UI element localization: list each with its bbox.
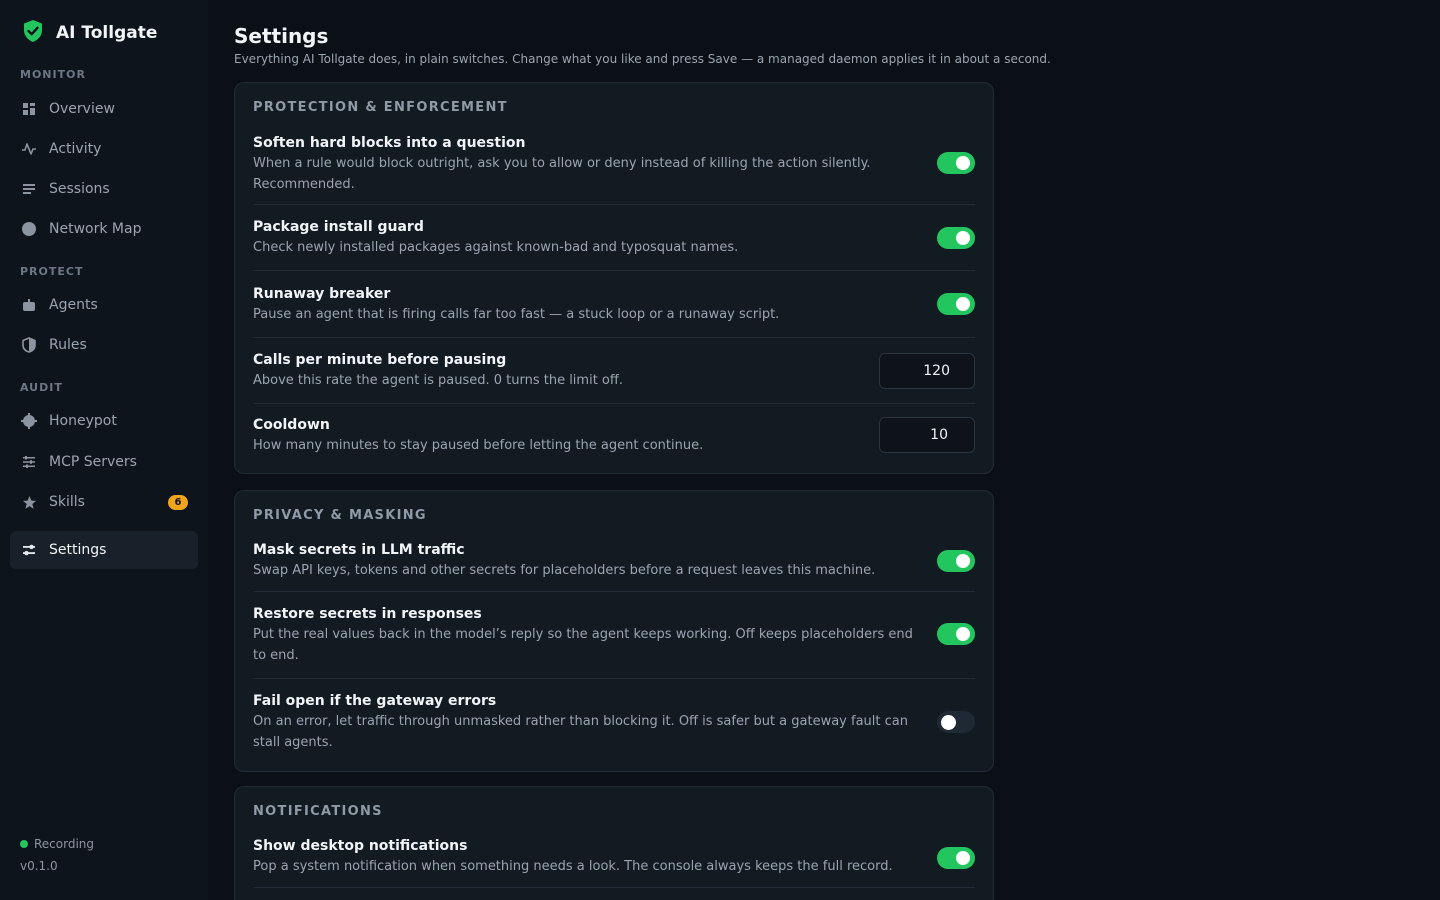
bug-icon	[21, 413, 37, 429]
setting-title: Restore secrets in responses	[253, 606, 482, 622]
sidebar-item-label: MCP Servers	[49, 454, 137, 470]
sidebar-item-mcp-servers[interactable]: MCP Servers	[10, 443, 198, 481]
runaway-breaker-toggle[interactable]	[937, 293, 975, 315]
sidebar: AI Tollgate MONITOR Overview Activity Se…	[0, 0, 208, 900]
page-title: Settings	[234, 24, 329, 48]
card-title: NOTIFICATIONS	[253, 804, 383, 819]
mask-secrets-toggle[interactable]	[937, 549, 975, 572]
cooldown-input[interactable]	[879, 416, 975, 453]
notifications-card: NOTIFICATIONS Show desktop notifications…	[234, 786, 994, 900]
pulse-icon	[21, 141, 37, 157]
toggle-knob	[956, 297, 970, 311]
setting-row-restore-secrets: Restore secrets in responses Put the rea…	[253, 592, 975, 679]
restore-secrets-toggle[interactable]	[937, 623, 975, 645]
setting-title: Package install guard	[253, 219, 424, 235]
setting-row-package-install-guard: Package install guard Check newly instal…	[253, 205, 975, 271]
toggle-knob	[956, 156, 970, 170]
toggle-knob	[956, 627, 970, 641]
setting-title: Soften hard blocks into a question	[253, 135, 526, 151]
grid-icon	[21, 101, 37, 117]
setting-row-mask-secrets: Mask secrets in LLM traffic Swap API key…	[253, 540, 975, 592]
package-install-guard-toggle[interactable]	[937, 226, 975, 249]
setting-title: Cooldown	[253, 417, 330, 433]
sidebar-item-label: Settings	[49, 542, 107, 558]
version-label: v0.1.0	[20, 859, 58, 873]
section-label-monitor: MONITOR	[20, 68, 86, 81]
setting-description: When a rule would block outright, ask yo…	[253, 156, 871, 192]
setting-row-calls-per-minute: Calls per minute before pausing Above th…	[253, 338, 975, 404]
list-icon	[21, 181, 37, 197]
setting-description: Check newly installed packages against k…	[253, 240, 739, 255]
section-label-audit: AUDIT	[20, 381, 63, 394]
card-title: PROTECTION & ENFORCEMENT	[253, 100, 508, 115]
desktop-notifications-toggle[interactable]	[937, 846, 975, 869]
setting-row-runaway-breaker: Runaway breaker Pause an agent that is f…	[253, 271, 975, 338]
setting-description: On an error, let traffic through unmaske…	[253, 714, 908, 750]
recording-status-label: Recording	[34, 837, 95, 851]
setting-row-soften-hard-blocks: Soften hard blocks into a question When …	[253, 132, 975, 205]
sidebar-item-sessions[interactable]: Sessions	[10, 170, 198, 208]
sidebar-item-label: Sessions	[49, 181, 110, 197]
setting-title: Fail open if the gateway errors	[253, 693, 497, 709]
toggle-knob	[941, 715, 956, 730]
sidebar-item-skills[interactable]: Skills 6	[10, 483, 198, 521]
soften-hard-blocks-toggle[interactable]	[937, 152, 975, 174]
globe-icon	[21, 221, 37, 237]
setting-description: Swap API keys, tokens and other secrets …	[253, 563, 876, 578]
sidebar-item-honeypot[interactable]: Honeypot	[10, 402, 198, 440]
toggle-knob	[956, 850, 970, 865]
sidebar-item-label: Agents	[49, 297, 98, 313]
robot-icon	[21, 297, 37, 313]
sidebar-item-label: Honeypot	[49, 413, 117, 429]
sidebar-item-label: Activity	[49, 141, 102, 157]
status-dot-icon	[20, 840, 28, 848]
sidebar-item-rules[interactable]: Rules	[10, 326, 198, 364]
fail-open-toggle[interactable]	[937, 711, 975, 733]
shield-icon	[21, 337, 37, 353]
setting-row-fail-open: Fail open if the gateway errors On an er…	[253, 679, 975, 771]
section-label-protect: PROTECT	[20, 265, 84, 278]
recording-status: Recording	[20, 837, 94, 851]
sidebar-item-label: Rules	[49, 337, 87, 353]
sidebar-item-label: Skills	[49, 494, 85, 510]
toggle-knob	[956, 230, 970, 245]
calls-per-minute-input[interactable]	[879, 352, 975, 389]
setting-description: How many minutes to stay paused before l…	[253, 438, 704, 453]
brand[interactable]: AI Tollgate	[22, 20, 157, 46]
privacy-masking-card: PRIVACY & MASKING Mask secrets in LLM tr…	[234, 490, 994, 772]
sidebar-item-agents[interactable]: Agents	[10, 286, 198, 324]
setting-row-desktop-notifications: Show desktop notifications Pop a system …	[253, 836, 975, 888]
toggle-knob	[956, 553, 970, 568]
setting-description: Pause an agent that is firing calls far …	[253, 306, 780, 322]
card-title: PRIVACY & MASKING	[253, 508, 427, 523]
setting-title: Calls per minute before pausing	[253, 352, 507, 368]
settings-icon	[21, 542, 37, 558]
shield-check-icon	[22, 19, 44, 47]
sliders-icon	[21, 454, 37, 470]
protection-enforcement-card: PROTECTION & ENFORCEMENT Soften hard blo…	[234, 82, 994, 474]
app-title: AI Tollgate	[56, 23, 158, 43]
setting-description: Above this rate the agent is paused. 0 t…	[253, 373, 623, 388]
setting-title: Show desktop notifications	[253, 838, 468, 854]
sidebar-item-overview[interactable]: Overview	[10, 90, 198, 128]
sidebar-item-activity[interactable]: Activity	[10, 130, 198, 168]
setting-description: Put the real values back in the model’s …	[253, 627, 913, 663]
page-subtitle: Everything AI Tollgate does, in plain sw…	[234, 52, 1051, 66]
setting-row-cooldown: Cooldown How many minutes to stay paused…	[253, 404, 975, 473]
skills-count-badge: 6	[168, 495, 188, 510]
sidebar-item-network-map[interactable]: Network Map	[10, 210, 198, 248]
star-icon	[21, 494, 37, 510]
setting-title: Runaway breaker	[253, 285, 391, 302]
sidebar-item-label: Overview	[49, 101, 115, 117]
setting-description: Pop a system notification when something…	[253, 859, 893, 874]
setting-title: Mask secrets in LLM traffic	[253, 542, 465, 558]
sidebar-item-settings[interactable]: Settings	[10, 531, 198, 569]
sidebar-item-label: Network Map	[49, 221, 142, 237]
